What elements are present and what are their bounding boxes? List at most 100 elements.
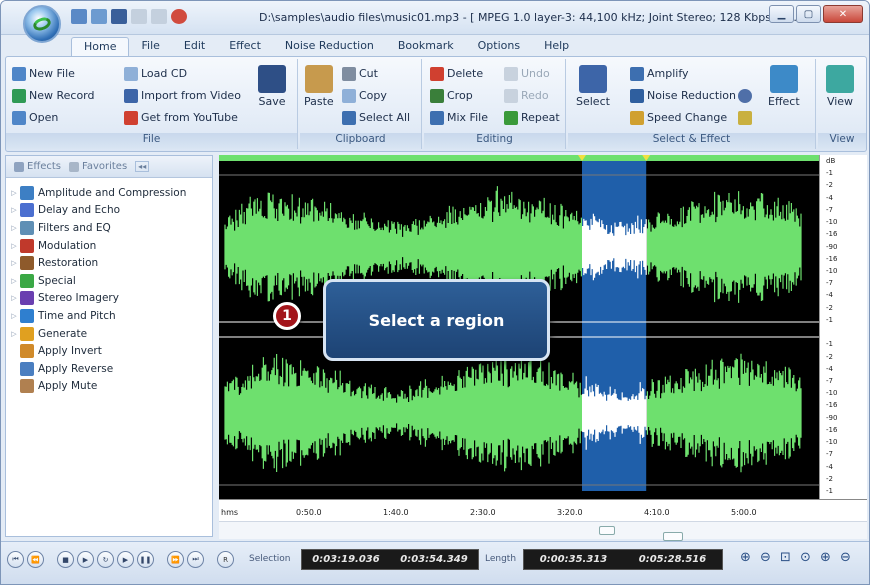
tab-home[interactable]: Home	[71, 37, 130, 57]
tab-bookmark[interactable]: Bookmark	[386, 37, 466, 57]
copy-button[interactable]: Copy	[342, 87, 387, 104]
horizontal-scrollbar[interactable]	[219, 521, 867, 541]
expand-arrow-icon[interactable]: ▷	[8, 259, 20, 267]
pause-button[interactable]: ❚❚	[137, 551, 154, 568]
effect-item[interactable]: ▷ Time and Pitch	[8, 307, 212, 325]
view-icon	[826, 65, 854, 93]
redo-button[interactable]: Redo	[504, 87, 549, 104]
record-button[interactable]: R	[217, 551, 234, 568]
zoom-fit-icon[interactable]: ⊙	[797, 549, 814, 566]
burn-icon[interactable]	[171, 9, 187, 24]
speed-change-button[interactable]: Speed Change	[630, 109, 727, 126]
effect-item[interactable]: ▷ Generate	[8, 325, 212, 343]
go-end-button[interactable]: ⏭	[187, 551, 204, 568]
effect-item[interactable]: ▷ Filters and EQ	[8, 219, 212, 237]
undo-icon[interactable]	[131, 9, 147, 24]
mix-file-button[interactable]: Mix File	[430, 109, 488, 126]
effect-item[interactable]: Apply Mute	[8, 378, 212, 396]
tab-effect[interactable]: Effect	[217, 37, 273, 57]
tab-favorites[interactable]: Favorites	[69, 161, 127, 172]
app-menu-button[interactable]	[23, 5, 61, 43]
crop-button[interactable]: Crop	[430, 87, 473, 104]
expand-arrow-icon[interactable]: ▷	[8, 224, 20, 232]
tab-help[interactable]: Help	[532, 37, 581, 57]
zoom-selection-icon[interactable]: ⊡	[777, 549, 794, 566]
effect-chain-icon[interactable]	[738, 111, 752, 125]
effect-item[interactable]: Apply Reverse	[8, 360, 212, 378]
noise-reduction-button[interactable]: Noise Reduction	[630, 87, 736, 104]
select-all-button[interactable]: Select All	[342, 109, 410, 126]
scrollbar-thumb[interactable]	[599, 526, 615, 535]
minimize-button[interactable]: ▁	[769, 5, 794, 23]
expand-arrow-icon[interactable]: ▷	[8, 277, 20, 285]
expand-arrow-icon[interactable]: ▷	[8, 189, 20, 197]
open-icon[interactable]	[91, 9, 107, 24]
group-view: View View	[818, 59, 866, 149]
paste-icon	[304, 65, 333, 93]
amplify-button[interactable]: Amplify	[630, 65, 689, 82]
expand-arrow-icon[interactable]: ▷	[8, 242, 20, 250]
tab-effects[interactable]: Effects	[14, 161, 61, 172]
tab-options[interactable]: Options	[466, 37, 532, 57]
select-icon	[578, 65, 607, 93]
effect-item[interactable]: ▷ Modulation	[8, 237, 212, 255]
effect-item[interactable]: ▷ Stereo Imagery	[8, 290, 212, 308]
effect-button[interactable]: Effect	[768, 65, 800, 108]
zoom-in-icon[interactable]: ⊕	[737, 549, 754, 566]
expand-arrow-icon[interactable]: ▷	[8, 312, 20, 320]
effect-item[interactable]: ▷ Special	[8, 272, 212, 290]
db-tick-label: -4	[826, 193, 833, 202]
get-youtube-button[interactable]: Get from YouTube	[124, 109, 238, 126]
open-button[interactable]: Open	[12, 109, 58, 126]
play-selection-button[interactable]: ▶	[117, 551, 134, 568]
effect-item[interactable]: ▷ Restoration	[8, 254, 212, 272]
db-tick-label: dB	[826, 157, 836, 165]
tab-file[interactable]: File	[129, 37, 171, 57]
maximize-button[interactable]: ▢	[796, 5, 821, 23]
effect-icon	[20, 291, 34, 306]
effect-item[interactable]: Apply Invert	[8, 342, 212, 360]
zoom-vertical-in-icon[interactable]: ⊕	[817, 549, 834, 566]
new-record-button[interactable]: New Record	[12, 87, 95, 104]
select-button[interactable]: Select	[576, 65, 610, 108]
expand-arrow-icon[interactable]: ▷	[8, 330, 20, 338]
zoom-thumb[interactable]	[663, 532, 683, 541]
load-cd-button[interactable]: Load CD	[124, 65, 187, 82]
target-icon[interactable]	[738, 89, 752, 103]
play-button[interactable]: ▶	[77, 551, 94, 568]
go-start-button[interactable]: ⏮	[7, 551, 24, 568]
save-icon[interactable]	[111, 9, 127, 24]
undo-button[interactable]: Undo	[504, 65, 550, 82]
new-icon[interactable]	[71, 9, 87, 24]
effect-item[interactable]: ▷ Delay and Echo	[8, 202, 212, 220]
delete-button[interactable]: Delete	[430, 65, 483, 82]
close-button[interactable]: ✕	[823, 5, 863, 23]
stop-button[interactable]: ■	[57, 551, 74, 568]
ribbon-tabs: Home File Edit Effect Noise Reduction Bookmar…	[71, 37, 581, 57]
db-tick-label: -10	[826, 267, 838, 275]
repeat-button[interactable]: Repeat	[504, 109, 560, 126]
save-button[interactable]: Save	[258, 65, 286, 108]
expand-arrow-icon[interactable]: ▷	[8, 294, 20, 302]
view-button[interactable]: View	[826, 65, 854, 108]
tab-edit[interactable]: Edit	[172, 37, 217, 57]
forward-button[interactable]: ⏩	[167, 551, 184, 568]
zoom-vertical-out-icon[interactable]: ⊖	[837, 549, 854, 566]
tab-noise-reduction[interactable]: Noise Reduction	[273, 37, 386, 57]
expand-arrow-icon[interactable]: ▷	[8, 206, 20, 214]
effect-item[interactable]: ▷ Amplitude and Compression	[8, 184, 212, 202]
window-controls: ▁ ▢ ✕	[769, 5, 863, 23]
zoom-out-icon[interactable]: ⊖	[757, 549, 774, 566]
paste-button[interactable]: Paste	[304, 65, 334, 108]
loop-button[interactable]: ↻	[97, 551, 114, 568]
time-tick-label: 1:40.0	[383, 508, 409, 517]
rewind-button[interactable]: ⏪	[27, 551, 44, 568]
effect-icon	[20, 273, 34, 288]
effect-icon	[20, 220, 34, 235]
redo-icon[interactable]	[151, 9, 167, 24]
new-file-button[interactable]: New File	[12, 65, 75, 82]
cut-button[interactable]: Cut	[342, 65, 378, 82]
collapse-panel-button[interactable]: ◂◂	[135, 161, 150, 172]
equalizer-icon[interactable]	[738, 67, 752, 81]
import-video-button[interactable]: Import from Video	[124, 87, 241, 104]
